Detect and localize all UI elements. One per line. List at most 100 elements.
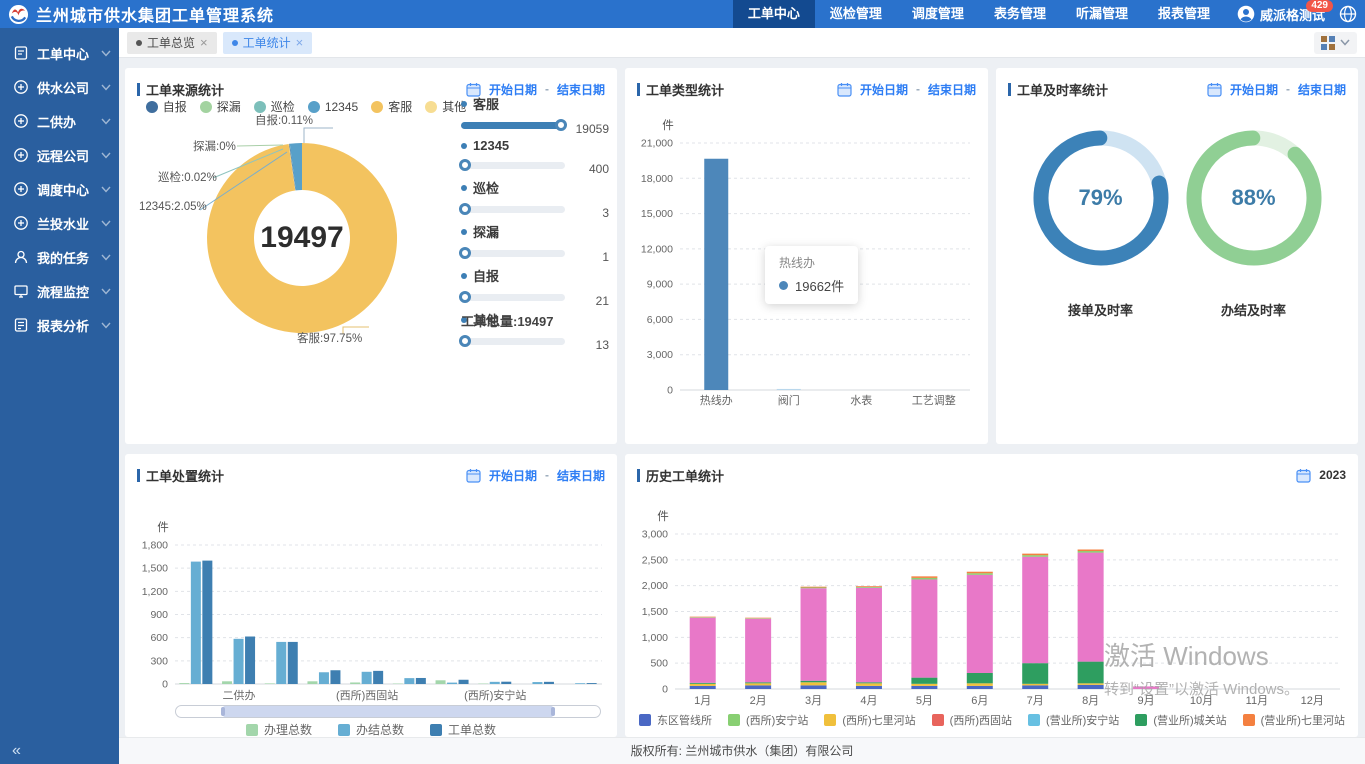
sidebar: 工单中心供水公司二供办远程公司调度中心兰投水业我的任务流程监控报表分析 «: [0, 28, 119, 764]
calendar-icon[interactable]: [466, 468, 481, 483]
grid-layout-icon: [1321, 36, 1335, 50]
slider-handle[interactable]: [459, 291, 471, 303]
slider-track[interactable]: [461, 338, 565, 345]
tab-close-icon[interactable]: ×: [296, 36, 304, 49]
slider-label-text: 探漏: [473, 222, 499, 241]
nav-item-工单中心[interactable]: 工单中心: [733, 0, 815, 28]
calendar-icon[interactable]: [837, 82, 852, 97]
slider-track[interactable]: [461, 122, 565, 129]
legend-item-(营业所)七里河站[interactable]: (营业所)七里河站: [1243, 712, 1345, 728]
start-date-picker[interactable]: 开始日期: [1230, 81, 1278, 98]
slider-handle[interactable]: [459, 247, 471, 259]
svg-text:(西所)安宁站: (西所)安宁站: [464, 688, 526, 702]
slider-track[interactable]: [461, 294, 565, 301]
year-picker[interactable]: 2023: [1319, 468, 1346, 482]
tab-dot: [136, 40, 142, 46]
source-slider-自报: 自报21: [461, 266, 609, 303]
nav-item-听漏管理[interactable]: 听漏管理: [1061, 0, 1143, 28]
calendar-icon[interactable]: [1296, 468, 1311, 483]
source-slider-巡检: 巡检3: [461, 178, 609, 215]
sidebar-item-工单中心[interactable]: 工单中心: [0, 36, 119, 70]
legend-item-(营业所)城关站[interactable]: (营业所)城关站: [1135, 712, 1226, 728]
svg-text:5月: 5月: [916, 695, 933, 707]
svg-text:18,000: 18,000: [641, 173, 673, 185]
svg-text:(西所)西固站: (西所)西固站: [336, 688, 398, 702]
sidebar-item-远程公司[interactable]: 远程公司: [0, 138, 119, 172]
slider-handle[interactable]: [459, 203, 471, 215]
sidebar-item-供水公司[interactable]: 供水公司: [0, 70, 119, 104]
legend-item-(营业所)安宁站[interactable]: (营业所)安宁站: [1028, 712, 1119, 728]
slider-handle[interactable]: [555, 119, 567, 131]
slider-track[interactable]: [461, 250, 565, 257]
slider-label-text: 自报: [473, 266, 499, 285]
nav-item-表务管理[interactable]: 表务管理: [979, 0, 1061, 28]
legend-item-办理总数[interactable]: 办理总数: [246, 721, 312, 738]
disposal-grouped-bar-chart: 03006009001,2001,5001,800件二供办(西所)西固站(西所)…: [125, 490, 617, 702]
legend-item-东区管线所[interactable]: 东区管线所: [639, 712, 712, 728]
legend-item-自报[interactable]: 自报: [146, 98, 187, 115]
history-stacked-bar-chart: 05001,0001,5002,0002,5003,000件1月2月3月4月5月…: [625, 490, 1358, 708]
tooltip-title: 热线办: [779, 254, 844, 271]
legend-swatch: [1028, 714, 1040, 726]
sidebar-item-调度中心[interactable]: 调度中心: [0, 172, 119, 206]
end-date-picker[interactable]: 结束日期: [928, 81, 976, 98]
scrollbar-left-handle[interactable]: [221, 707, 225, 716]
legend-item-探漏[interactable]: 探漏: [200, 98, 241, 115]
svg-text:3,000: 3,000: [647, 349, 673, 361]
start-date-picker[interactable]: 开始日期: [860, 81, 908, 98]
legend-label: 工单总数: [448, 721, 496, 738]
end-date-picker[interactable]: 结束日期: [1298, 81, 1346, 98]
sidebar-item-二供办[interactable]: 二供办: [0, 104, 119, 138]
nav-item-调度管理[interactable]: 调度管理: [897, 0, 979, 28]
slider-handle[interactable]: [459, 159, 471, 171]
legend-item-12345[interactable]: 12345: [308, 98, 358, 115]
legend-item-(西所)七里河站[interactable]: (西所)七里河站: [824, 712, 915, 728]
svg-text:件: 件: [157, 520, 169, 534]
svg-text:6月: 6月: [971, 695, 988, 707]
chart-scrollbar[interactable]: [175, 705, 601, 718]
app: 兰州城市供水集团工单管理系统 工单中心巡检管理调度管理表务管理听漏管理报表管理 …: [0, 0, 1365, 764]
legend-item-工单总数[interactable]: 工单总数: [430, 721, 496, 738]
tab-close-icon[interactable]: ×: [200, 36, 208, 49]
legend-swatch: [146, 101, 158, 113]
tab-dot: [232, 40, 238, 46]
legend-item-(西所)西固站[interactable]: (西所)西固站: [932, 712, 1012, 728]
sidebar-item-兰投水业[interactable]: 兰投水业: [0, 206, 119, 240]
sidebar-item-报表分析[interactable]: 报表分析: [0, 308, 119, 342]
svg-text:500: 500: [650, 658, 668, 670]
start-date-picker[interactable]: 开始日期: [489, 467, 537, 484]
scrollbar-window[interactable]: [223, 706, 554, 717]
nav-item-巡检管理[interactable]: 巡检管理: [815, 0, 897, 28]
slider-handle[interactable]: [459, 335, 471, 347]
panel-header: 工单处置统计 开始日期 - 结束日期: [125, 454, 617, 486]
user-area[interactable]: 威派格测试 429: [1225, 0, 1365, 28]
svg-text:11月: 11月: [1246, 695, 1268, 707]
layout-switch-button[interactable]: [1314, 32, 1357, 54]
end-date-picker[interactable]: 结束日期: [557, 467, 605, 484]
legend-swatch: [1135, 714, 1147, 726]
plus-circle-icon: [13, 215, 29, 231]
tab-工单统计[interactable]: 工单统计×: [223, 32, 313, 54]
calendar-icon[interactable]: [1207, 82, 1222, 97]
scrollbar-right-handle[interactable]: [551, 707, 555, 716]
tooltip-value: 19662件: [795, 276, 844, 295]
legend-item-客服[interactable]: 客服: [371, 98, 412, 115]
slider-track[interactable]: [461, 206, 565, 213]
globe-icon[interactable]: [1339, 5, 1357, 23]
slider-track[interactable]: [461, 162, 565, 169]
legend-item-(西所)安宁站[interactable]: (西所)安宁站: [728, 712, 808, 728]
sidebar-collapse-button[interactable]: «: [12, 742, 21, 760]
sidebar-item-label: 供水公司: [37, 78, 101, 97]
sidebar-item-流程监控[interactable]: 流程监控: [0, 274, 119, 308]
date-range-control: 开始日期 - 结束日期: [1207, 81, 1346, 98]
legend-swatch: [246, 724, 258, 736]
panel-title: 工单处置统计: [137, 466, 224, 485]
legend-swatch: [338, 724, 350, 736]
sidebar-item-我的任务[interactable]: 我的任务: [0, 240, 119, 274]
nav-item-报表管理[interactable]: 报表管理: [1143, 0, 1225, 28]
legend-item-办结总数[interactable]: 办结总数: [338, 721, 404, 738]
tab-工单总览[interactable]: 工单总览×: [127, 32, 217, 54]
legend-swatch: [639, 714, 651, 726]
svg-text:12,000: 12,000: [641, 243, 673, 255]
sidebar-item-label: 报表分析: [37, 316, 101, 335]
